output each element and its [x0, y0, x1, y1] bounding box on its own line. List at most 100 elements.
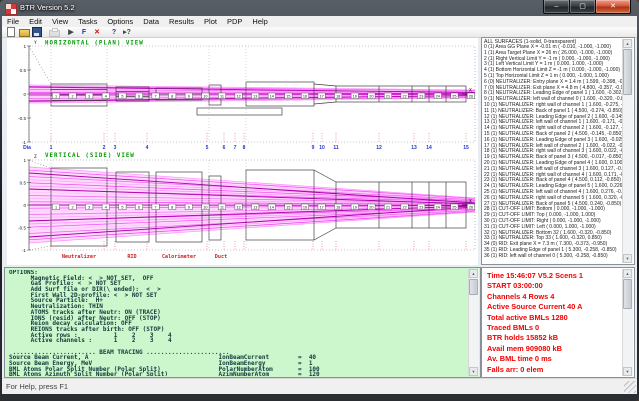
svg-text:3: 3 — [114, 145, 117, 151]
menu-edit[interactable]: Edit — [24, 16, 47, 27]
svg-text:16: 16 — [303, 95, 307, 99]
svg-text:18: 18 — [336, 206, 340, 210]
menu-file[interactable]: File — [2, 16, 24, 27]
svg-text:0: 0 — [23, 203, 26, 208]
about-help-icon[interactable]: ? — [108, 27, 120, 37]
run-status-line: Traced BMLs 0 — [487, 322, 540, 332]
svg-text:22: 22 — [402, 206, 406, 210]
svg-text:Duct: Duct — [215, 254, 228, 260]
svg-text:RID: RID — [127, 254, 136, 260]
svg-text:1: 1 — [50, 145, 53, 151]
context-help-icon[interactable]: ▸? — [121, 27, 133, 37]
svg-text:16: 16 — [303, 206, 307, 210]
svg-text:13: 13 — [253, 206, 257, 210]
menu-view[interactable]: View — [47, 16, 73, 27]
run-status-line: Avail mem 909080 kB — [487, 343, 562, 353]
svg-text:4: 4 — [146, 145, 149, 151]
run-status-line: START 03:00:00 — [487, 281, 543, 291]
menu-tasks[interactable]: Tasks — [73, 16, 102, 27]
svg-text:19: 19 — [353, 206, 357, 210]
svg-text:15: 15 — [463, 145, 469, 151]
svg-text:24: 24 — [436, 206, 440, 210]
scrollbar-thumb[interactable] — [623, 49, 632, 95]
svg-text:1: 1 — [55, 206, 57, 210]
new-file-icon[interactable] — [5, 27, 17, 37]
scroll-up-icon[interactable]: ▲ — [469, 269, 478, 278]
run-icon[interactable]: ▶ — [65, 27, 77, 37]
svg-text:5: 5 — [121, 206, 123, 210]
menu-results[interactable]: Results — [164, 16, 199, 27]
svg-text:Dia: Dia — [23, 145, 31, 151]
svg-text:7: 7 — [155, 95, 157, 99]
svg-text:0.5: 0.5 — [20, 68, 27, 73]
svg-text:-1: -1 — [22, 248, 27, 253]
plots-canvas[interactable]: HORIZONTAL (PLAN) VIEW VERTICAL (SIDE) VI… — [7, 38, 478, 265]
svg-text:20: 20 — [369, 206, 373, 210]
menu-data[interactable]: Data — [138, 16, 164, 27]
svg-text:15: 15 — [286, 95, 290, 99]
svg-text:11: 11 — [220, 95, 224, 99]
svg-text:8: 8 — [171, 95, 173, 99]
field-f-icon[interactable]: F — [78, 27, 90, 37]
menu-pdp[interactable]: PDP — [222, 16, 247, 27]
svg-text:14: 14 — [270, 206, 274, 210]
svg-text:21: 21 — [386, 95, 390, 99]
svg-text:12: 12 — [236, 206, 240, 210]
svg-text:4: 4 — [105, 206, 107, 210]
print-glyph — [48, 27, 60, 37]
open-file-icon[interactable] — [18, 27, 30, 37]
svg-text:5: 5 — [206, 145, 209, 151]
status-bar: For Help, press F1 — [2, 378, 637, 394]
surface-row[interactable]: 36 (1) RID: left wall of channel 0 ( 5.3… — [484, 253, 623, 260]
minimize-button[interactable]: – — [543, 0, 570, 14]
svg-text:3: 3 — [88, 206, 90, 210]
scroll-down-icon[interactable]: ▼ — [623, 254, 632, 263]
svg-text:6: 6 — [138, 95, 140, 99]
svg-text:8: 8 — [243, 145, 246, 151]
menu-help[interactable]: Help — [247, 16, 272, 27]
options-line: BML Atoms Azimuth Split Number (Polar Sp… — [9, 371, 320, 376]
scroll-up-icon[interactable]: ▲ — [623, 269, 632, 278]
svg-text:14: 14 — [270, 95, 274, 99]
menu-options[interactable]: Options — [102, 16, 138, 27]
svg-text:20: 20 — [369, 95, 373, 99]
svg-text:2: 2 — [72, 95, 74, 99]
scroll-down-icon[interactable]: ▼ — [469, 367, 478, 376]
svg-text:X: X — [469, 199, 472, 205]
svg-text:9: 9 — [188, 206, 190, 210]
run-status-line: Falls arr: 0 elem — [487, 364, 544, 374]
menu-plot[interactable]: Plot — [199, 16, 222, 27]
surfaces-scrollbar[interactable]: ▲ ▼ — [622, 39, 633, 263]
svg-text:HORIZONTAL (PLAN) VIEW: HORIZONTAL (PLAN) VIEW — [45, 41, 144, 47]
scrollbar-thumb[interactable] — [469, 279, 478, 295]
stop-x-icon[interactable]: ✕ — [91, 27, 103, 37]
scrollbar-thumb[interactable] — [623, 279, 632, 309]
new-file-glyph — [7, 27, 15, 37]
scroll-up-icon[interactable]: ▲ — [623, 39, 632, 48]
svg-text:4: 4 — [105, 95, 107, 99]
resize-grip[interactable] — [624, 381, 636, 393]
svg-text:1: 1 — [55, 95, 57, 99]
svg-text:26: 26 — [469, 206, 473, 210]
close-button[interactable]: ✕ — [595, 0, 631, 14]
run-status-scrollbar[interactable]: ▲ ▼ — [622, 269, 633, 376]
svg-text:23: 23 — [419, 206, 423, 210]
svg-text:26: 26 — [469, 95, 473, 99]
plots-panel: HORIZONTAL (PLAN) VIEW VERTICAL (SIDE) VI… — [7, 38, 478, 265]
scroll-down-icon[interactable]: ▼ — [623, 367, 632, 376]
options-scrollbar[interactable]: ▲ ▼ — [468, 269, 479, 376]
svg-text:17: 17 — [319, 206, 323, 210]
maximize-button[interactable]: ▢ — [569, 0, 596, 14]
svg-text:6: 6 — [138, 206, 140, 210]
save-file-glyph — [32, 27, 42, 37]
svg-text:5: 5 — [121, 95, 123, 99]
title-bar[interactable]: BTR Version 5.2 – ▢ ✕ — [0, 0, 639, 16]
svg-text:10: 10 — [203, 206, 207, 210]
svg-text:Y: Y — [34, 40, 37, 46]
svg-text:11: 11 — [333, 145, 339, 151]
svg-text:15: 15 — [286, 206, 290, 210]
save-file-icon[interactable] — [31, 27, 43, 37]
svg-text:Neutralizer: Neutralizer — [62, 254, 96, 260]
svg-text:6: 6 — [223, 145, 226, 151]
print-icon[interactable] — [48, 27, 60, 37]
